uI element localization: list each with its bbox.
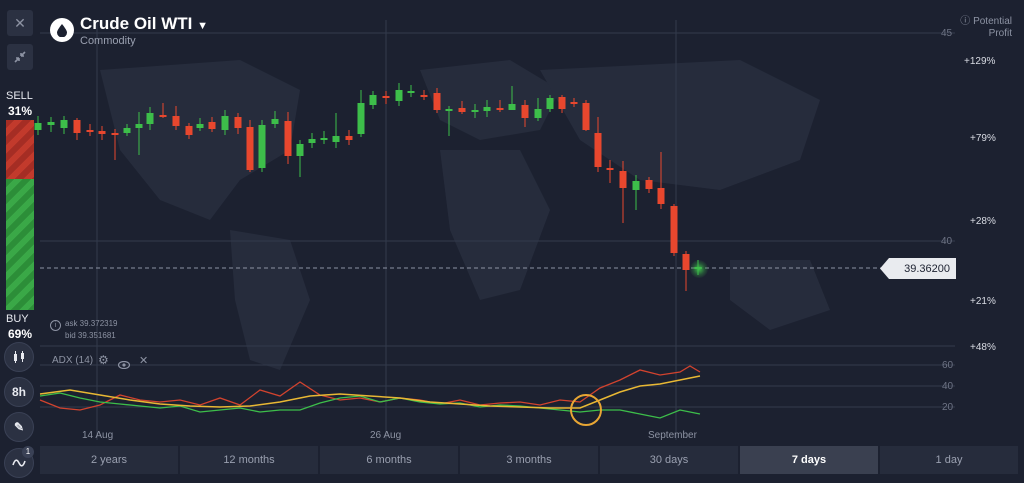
profit-level-21: +21% [970,296,996,307]
timeframe-3-months[interactable]: 3 months [460,446,598,474]
oil-drop-icon[interactable] [50,18,74,42]
sell-label: SELL [6,90,33,102]
timeframe-button[interactable]: 8h [4,377,34,407]
adx-axis-60: 60 [942,360,954,371]
collapse-arrows-icon[interactable] [7,44,33,70]
profit-level-48: +48% [970,342,996,353]
timeframe-1-day[interactable]: 1 day [880,446,1018,474]
eye-icon[interactable] [117,356,131,374]
gear-icon[interactable]: ⚙ [98,353,109,367]
profit-level-28: +28% [970,216,996,227]
pencil-icon[interactable]: ✎ [4,412,34,442]
sell-percentage: 31% [8,104,33,118]
potential-profit-header: ⓘ Potential Profit [942,16,1012,40]
potential-profit-label-2: Profit [988,28,1012,39]
date-label-september: September [648,430,697,441]
timeframe-selector: 2 years 12 months 6 months 3 months 30 d… [40,446,1020,474]
adx-red-line [39,365,701,411]
help-icon[interactable]: ⓘ [960,16,973,27]
adx-axis-20: 20 [942,402,954,413]
adx-indicator-chart [39,365,701,426]
ask-price: ask 39.372319 [65,319,118,328]
adx-axis-40: 40 [942,381,954,392]
asset-category: Commodity [80,35,136,47]
asset-title-text: Crude Oil WTI [80,14,193,33]
profit-level-79: +79% [970,133,996,144]
info-icon[interactable]: i [50,320,61,331]
price-axis-40: 40 [941,236,953,247]
bid-price: bid 39.351681 [65,331,116,340]
buy-percentage: 69% [8,327,33,341]
candlestick-icon[interactable] [4,342,34,372]
current-price-tag: 39.36200 [880,258,956,279]
close-icon[interactable]: ✕ [7,10,33,36]
date-label-26aug: 26 Aug [370,430,402,441]
adx-yellow-line [39,375,701,409]
date-label-14aug: 14 Aug [82,430,114,441]
timeframe-7-days[interactable]: 7 days [740,446,878,474]
timeframe-6-months[interactable]: 6 months [320,446,458,474]
buy-label: BUY [6,313,29,325]
profit-level-129: +129% [964,56,996,67]
remove-indicator-icon[interactable]: ✕ [139,354,148,367]
timeframe-2-years[interactable]: 2 years [40,446,178,474]
buy-sentiment-fill [6,178,34,310]
asset-title[interactable]: Crude Oil WTI ▼ [80,14,208,34]
timeframe-12-months[interactable]: 12 months [180,446,318,474]
sentiment-bar [6,120,34,310]
chevron-down-icon: ▼ [197,20,209,32]
indicators-count-badge: 1 [22,446,34,458]
potential-profit-label-1: Potential [973,16,1012,27]
timeframe-30-days[interactable]: 30 days [600,446,738,474]
sell-sentiment-fill [6,120,34,179]
indicator-name: ADX (14) [52,355,94,366]
